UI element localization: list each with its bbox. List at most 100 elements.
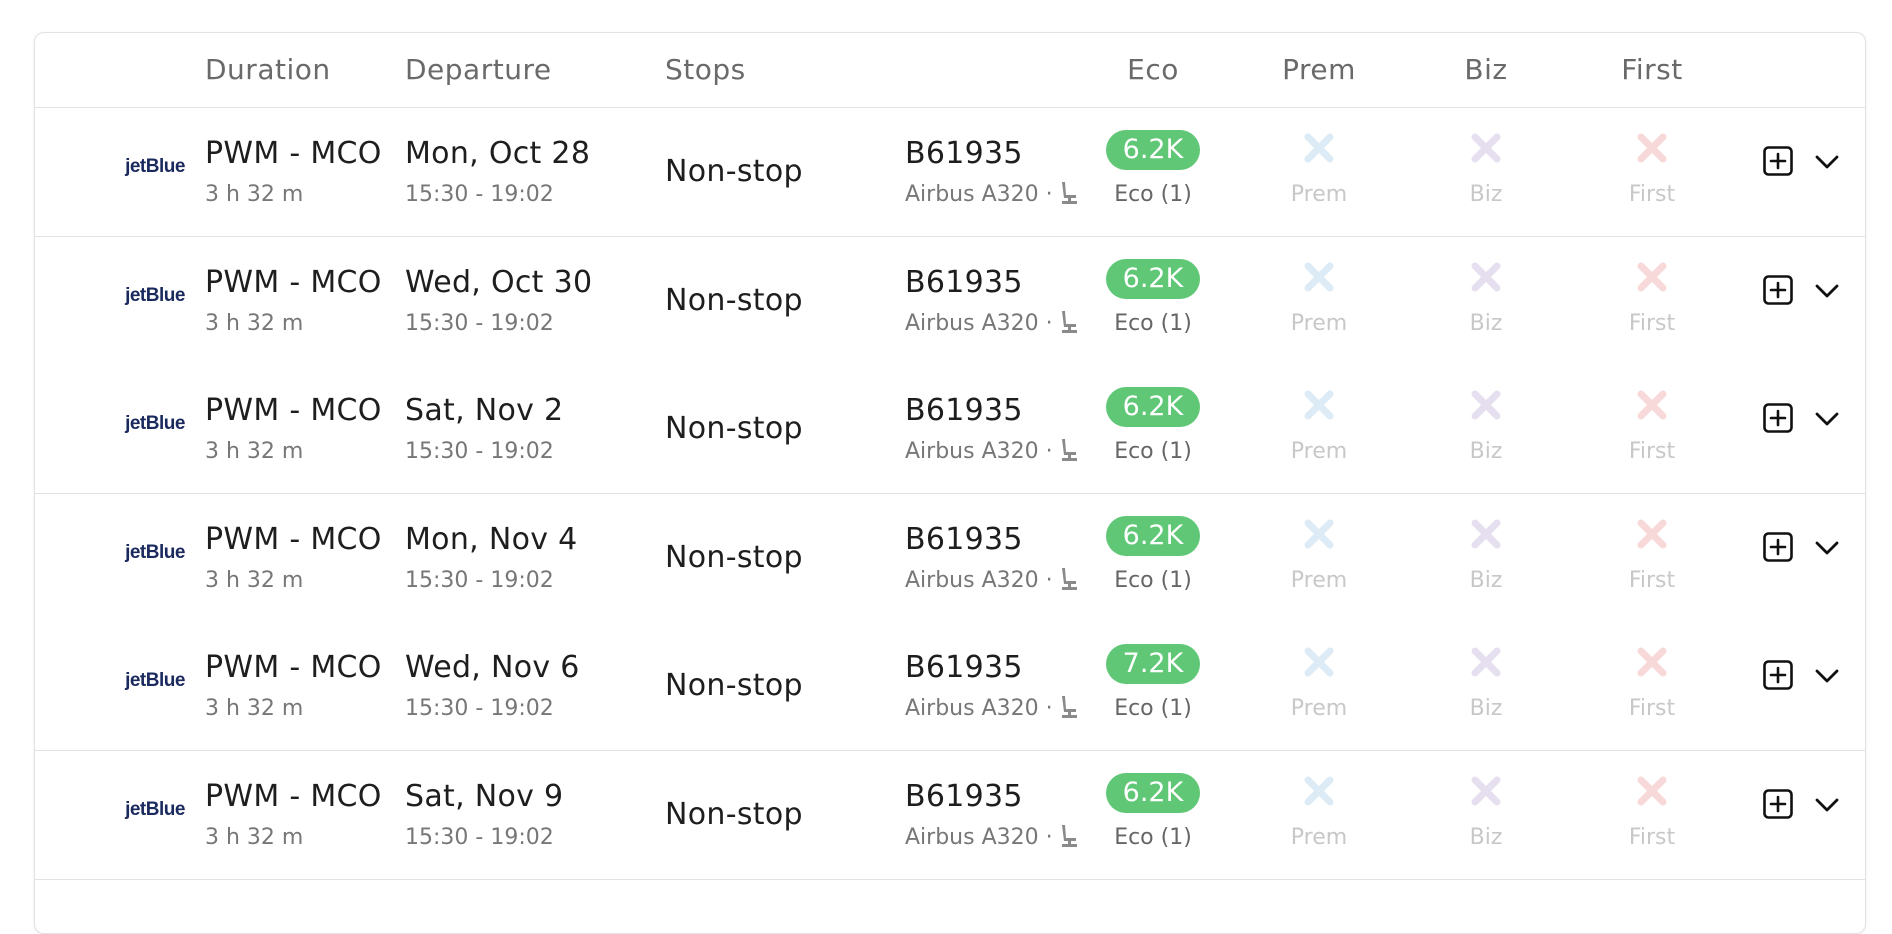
eco-seat-label: Eco (1)	[1114, 182, 1192, 207]
flight-number: B61935	[905, 650, 1023, 685]
add-flight-plus-icon[interactable]	[1763, 146, 1793, 176]
first-label: First	[1628, 567, 1676, 593]
departure-date: Wed, Nov 6	[405, 650, 580, 685]
header-duration[interactable]: Duration	[205, 33, 331, 107]
expand-chevron-down-icon[interactable]	[1813, 793, 1841, 817]
stops-text: Non-stop	[665, 154, 803, 189]
biz-unavailable-x-icon	[1471, 390, 1501, 420]
stops-text: Non-stop	[665, 411, 803, 446]
route-text: PWM - MCO	[205, 521, 382, 557]
eco-seat-label: Eco (1)	[1114, 567, 1192, 593]
prem-unavailable-x-icon	[1304, 133, 1334, 163]
flight-row[interactable]: jetBlue PWM - MCO 3 h 32 m Mon, Oct 28 1…	[35, 108, 1865, 237]
first-unavailable-x-icon	[1637, 262, 1667, 291]
first-label: First	[1628, 824, 1676, 850]
expand-chevron-down-icon[interactable]	[1813, 150, 1841, 174]
first-label: First	[1628, 439, 1676, 464]
route-text: PWM - MCO	[205, 393, 382, 428]
flight-row[interactable]: jetBlue PWM - MCO 3 h 32 m Sat, Nov 2 15…	[35, 365, 1865, 494]
flight-row[interactable]: jetBlue PWM - MCO 3 h 32 m Sat, Nov 9 15…	[35, 750, 1865, 880]
prem-label: Prem	[1290, 696, 1348, 721]
add-flight-plus-icon[interactable]	[1763, 531, 1793, 562]
seat-icon	[1062, 182, 1077, 204]
prem-label: Prem	[1290, 439, 1348, 464]
biz-label: Biz	[1469, 310, 1503, 336]
biz-label: Biz	[1469, 182, 1503, 207]
header-first[interactable]: First	[1582, 33, 1722, 107]
departure-time: 15:30 - 19:02	[405, 310, 554, 336]
prem-unavailable-x-icon	[1304, 647, 1334, 677]
expand-chevron-down-icon[interactable]	[1813, 664, 1841, 688]
prem-unavailable-x-icon	[1304, 519, 1334, 548]
duration-text: 3 h 32 m	[205, 696, 304, 721]
aircraft-text: Airbus A320 ·	[905, 696, 1053, 721]
eco-price-badge[interactable]: 6.2K	[1106, 258, 1200, 299]
biz-unavailable-x-icon	[1471, 262, 1501, 291]
prem-label: Prem	[1290, 310, 1348, 336]
seat-icon	[1062, 824, 1077, 847]
biz-unavailable-x-icon	[1471, 519, 1501, 548]
add-flight-plus-icon[interactable]	[1763, 788, 1793, 819]
departure-time: 15:30 - 19:02	[405, 567, 554, 593]
biz-unavailable-x-icon	[1471, 647, 1501, 677]
add-flight-plus-icon[interactable]	[1763, 660, 1793, 690]
departure-time: 15:30 - 19:02	[405, 182, 554, 207]
aircraft-text: Airbus A320 ·	[905, 567, 1053, 593]
route-text: PWM - MCO	[205, 778, 382, 814]
departure-time: 15:30 - 19:02	[405, 824, 554, 850]
biz-unavailable-x-icon	[1471, 133, 1501, 163]
header-eco[interactable]: Eco	[1083, 33, 1223, 107]
header-prem[interactable]: Prem	[1249, 33, 1389, 107]
route-text: PWM - MCO	[205, 650, 382, 685]
flight-row[interactable]: jetBlue PWM - MCO 3 h 32 m Mon, Nov 4 15…	[35, 493, 1865, 623]
flight-number: B61935	[905, 521, 1023, 557]
aircraft-text: Airbus A320 ·	[905, 310, 1053, 336]
biz-label: Biz	[1469, 696, 1503, 721]
expand-chevron-down-icon[interactable]	[1813, 279, 1841, 303]
departure-date: Wed, Oct 30	[405, 264, 593, 300]
header-departure[interactable]: Departure	[405, 33, 552, 107]
first-label: First	[1628, 696, 1676, 721]
departure-date: Sat, Nov 2	[405, 393, 564, 428]
add-flight-plus-icon[interactable]	[1763, 274, 1793, 305]
flight-row[interactable]: jetBlue PWM - MCO 3 h 32 m Wed, Nov 6 15…	[35, 622, 1865, 751]
add-flight-plus-icon[interactable]	[1763, 403, 1793, 433]
eco-seat-label: Eco (1)	[1114, 310, 1192, 336]
expand-chevron-down-icon[interactable]	[1813, 536, 1841, 560]
first-unavailable-x-icon	[1637, 647, 1667, 677]
prem-label: Prem	[1290, 824, 1348, 850]
eco-price-badge[interactable]: 6.2K	[1106, 130, 1200, 170]
first-label: First	[1628, 310, 1676, 336]
flight-number: B61935	[905, 393, 1023, 428]
eco-price-badge[interactable]: 6.2K	[1106, 772, 1200, 813]
header-biz[interactable]: Biz	[1416, 33, 1556, 107]
expand-chevron-down-icon[interactable]	[1813, 407, 1841, 431]
flight-results-table: Duration Departure Stops Eco Prem Biz Fi…	[34, 32, 1866, 934]
duration-text: 3 h 32 m	[205, 439, 304, 464]
first-unavailable-x-icon	[1637, 133, 1667, 163]
stops-text: Non-stop	[665, 539, 803, 575]
prem-unavailable-x-icon	[1304, 776, 1334, 805]
flight-number: B61935	[905, 778, 1023, 814]
eco-price-badge[interactable]: 6.2K	[1106, 515, 1200, 556]
stops-text: Non-stop	[665, 668, 803, 703]
eco-seat-label: Eco (1)	[1114, 439, 1192, 464]
departure-date: Sat, Nov 9	[405, 778, 564, 814]
eco-price-badge[interactable]: 6.2K	[1106, 387, 1200, 427]
biz-label: Biz	[1469, 824, 1503, 850]
airline-logo: jetBlue	[125, 541, 185, 563]
prem-unavailable-x-icon	[1304, 390, 1334, 420]
eco-seat-label: Eco (1)	[1114, 696, 1192, 721]
prem-unavailable-x-icon	[1304, 262, 1334, 291]
first-unavailable-x-icon	[1637, 776, 1667, 805]
first-unavailable-x-icon	[1637, 519, 1667, 548]
header-stops[interactable]: Stops	[665, 33, 746, 107]
route-text: PWM - MCO	[205, 136, 382, 171]
flight-row[interactable]: jetBlue PWM - MCO 3 h 32 m Wed, Oct 30 1…	[35, 236, 1865, 366]
eco-price-badge[interactable]: 7.2K	[1106, 644, 1200, 684]
aircraft-text: Airbus A320 ·	[905, 182, 1053, 207]
airline-logo: jetBlue	[125, 670, 185, 691]
aircraft-text: Airbus A320 ·	[905, 824, 1053, 850]
departure-date: Mon, Nov 4	[405, 521, 578, 557]
flight-number: B61935	[905, 136, 1023, 171]
